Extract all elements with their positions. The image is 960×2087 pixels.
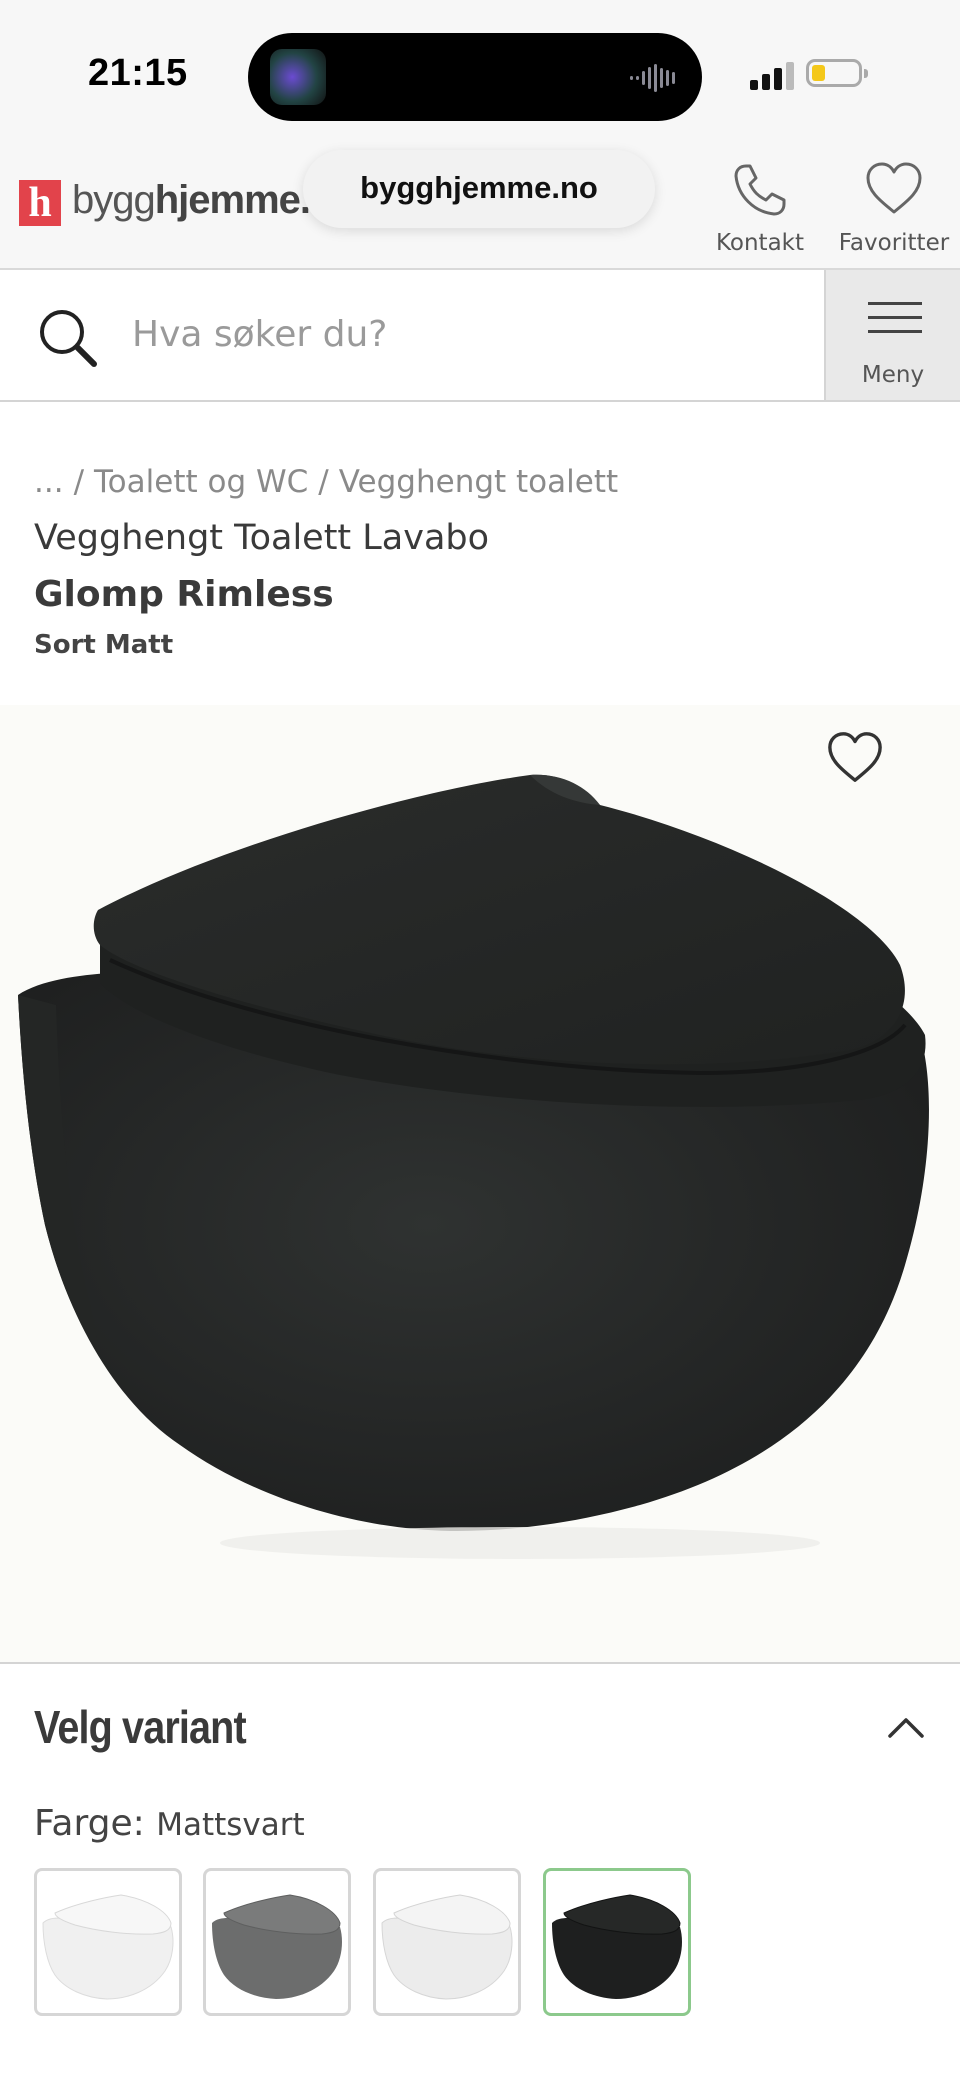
breadcrumb-item[interactable]: Toalett og WC (94, 464, 308, 500)
cellular-signal-icon (750, 62, 794, 90)
search-input[interactable] (132, 304, 792, 364)
favorites-button[interactable]: Favoritter (836, 158, 952, 256)
status-bar: 21:15 (0, 0, 960, 150)
chevron-up-icon[interactable] (886, 1712, 926, 1740)
toilet-thumbnail (552, 1894, 682, 1999)
heart-icon (866, 162, 922, 214)
product-color-tag: Sort Matt (34, 630, 174, 660)
url-bar[interactable]: bygghjemme.no (303, 150, 655, 228)
toilet-thumbnail (381, 1894, 513, 2000)
menu-label: Meny (861, 362, 925, 388)
now-playing-app-icon (270, 49, 326, 105)
variant-swatch-white[interactable] (34, 1868, 182, 2016)
logo-mark[interactable]: h (19, 180, 61, 226)
product-subtitle: Vegghengt Toalett Lavabo (34, 518, 490, 558)
add-to-favorites-icon[interactable] (824, 728, 886, 786)
variant-swatch-black[interactable] (543, 1868, 691, 2016)
variant-swatch-grey[interactable] (203, 1868, 351, 2016)
breadcrumb: ... / Toalett og WC / Vegghengt toalett (34, 464, 619, 500)
product-title: Glomp Rimless (34, 574, 334, 615)
toilet-image (18, 774, 929, 1559)
status-time: 21:15 (88, 52, 188, 94)
toilet-thumbnail (212, 1894, 342, 1999)
favorites-label: Favoritter (838, 230, 950, 256)
product-image[interactable] (0, 705, 960, 1662)
search-bar: Meny (0, 270, 960, 402)
section-divider (0, 1662, 960, 1664)
hamburger-icon (868, 302, 922, 333)
color-row: Farge: Mattsvart (34, 1803, 305, 1844)
url-text: bygghjemme.no (360, 170, 598, 205)
audio-wave-icon (630, 64, 675, 92)
breadcrumb-ellipsis[interactable]: ... (34, 464, 64, 500)
logo-text[interactable]: bygghjemme.n (72, 178, 322, 223)
menu-button[interactable]: Meny (824, 270, 960, 400)
variant-swatch-white-2[interactable] (373, 1868, 521, 2016)
contact-label: Kontakt (715, 230, 805, 256)
color-label: Farge: (34, 1803, 145, 1844)
search-icon[interactable] (36, 306, 100, 370)
contact-button[interactable]: Kontakt (708, 158, 812, 256)
logo-text-plain: bygg (72, 178, 156, 222)
logo-text-bold: hjemme.n (154, 178, 322, 222)
toilet-thumbnail (42, 1894, 174, 2000)
dynamic-island (248, 33, 702, 121)
breadcrumb-item[interactable]: Vegghengt toalett (339, 464, 618, 500)
battery-icon (806, 59, 868, 87)
color-value: Mattsvart (156, 1807, 305, 1843)
phone-icon (734, 164, 786, 216)
site-header: h bygghjemme.n bygghjemme.no Kontakt Fav… (0, 150, 960, 270)
variant-heading: Velg variant (34, 1701, 247, 1753)
